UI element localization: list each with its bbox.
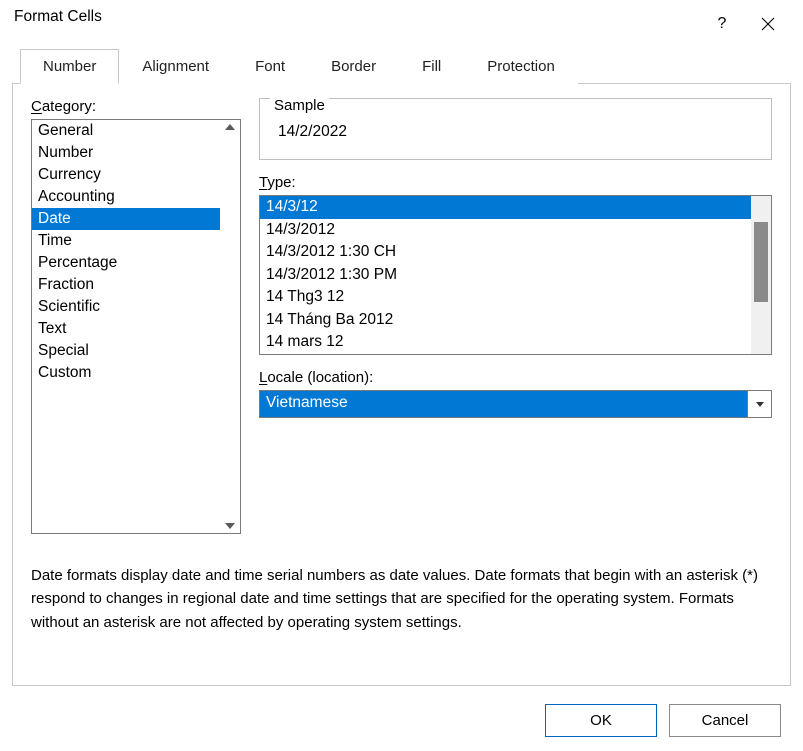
- type-label: Type:: [259, 174, 772, 191]
- tab-strip: NumberAlignmentFontBorderFillProtection: [12, 48, 791, 83]
- category-item-percentage[interactable]: Percentage: [32, 252, 220, 274]
- locale-value: Vietnamese: [260, 391, 747, 417]
- type-item[interactable]: 14/3/2012: [260, 219, 751, 242]
- sample-legend: Sample: [270, 97, 329, 114]
- scrollbar-thumb[interactable]: [754, 222, 768, 302]
- cancel-button[interactable]: Cancel: [669, 704, 781, 737]
- type-item[interactable]: 14/3/2012 1:30 PM: [260, 264, 751, 287]
- locale-dropdown-button[interactable]: [747, 391, 771, 417]
- category-item-currency[interactable]: Currency: [32, 164, 220, 186]
- scroll-up-icon: [225, 124, 235, 130]
- tab-font[interactable]: Font: [232, 49, 308, 84]
- close-button[interactable]: [745, 8, 791, 40]
- locale-label: Locale (location):: [259, 369, 772, 386]
- category-item-fraction[interactable]: Fraction: [32, 274, 220, 296]
- help-button[interactable]: ?: [699, 8, 745, 40]
- description-text: Date formats display date and time seria…: [31, 564, 772, 634]
- dialog-title: Format Cells: [14, 8, 699, 26]
- category-item-general[interactable]: General: [32, 120, 220, 142]
- category-item-custom[interactable]: Custom: [32, 362, 220, 384]
- category-item-date[interactable]: Date: [32, 208, 220, 230]
- ok-button[interactable]: OK: [545, 704, 657, 737]
- button-bar: OK Cancel: [0, 694, 803, 751]
- chevron-down-icon: [756, 402, 764, 407]
- close-icon: [761, 17, 775, 31]
- category-item-special[interactable]: Special: [32, 340, 220, 362]
- scroll-down-icon: [225, 523, 235, 529]
- locale-combobox[interactable]: Vietnamese: [259, 390, 772, 418]
- type-item[interactable]: 14 Tháng Ba 2012: [260, 309, 751, 332]
- type-item[interactable]: 14/3/2012 1:30 CH: [260, 241, 751, 264]
- titlebar: Format Cells ?: [0, 0, 803, 40]
- category-item-scientific[interactable]: Scientific: [32, 296, 220, 318]
- category-column: Category: GeneralNumberCurrencyAccountin…: [31, 98, 241, 534]
- sample-value: 14/2/2022: [274, 123, 757, 141]
- category-item-accounting[interactable]: Accounting: [32, 186, 220, 208]
- category-item-time[interactable]: Time: [32, 230, 220, 252]
- category-label: Category:: [31, 98, 241, 115]
- tab-fill[interactable]: Fill: [399, 49, 464, 84]
- type-item[interactable]: 14 Thg3 12: [260, 286, 751, 309]
- dialog-body: NumberAlignmentFontBorderFillProtection …: [12, 40, 791, 686]
- category-scrollbar[interactable]: [220, 120, 240, 533]
- tab-protection[interactable]: Protection: [464, 49, 578, 84]
- number-tab-panel: Category: GeneralNumberCurrencyAccountin…: [12, 83, 791, 686]
- category-item-number[interactable]: Number: [32, 142, 220, 164]
- details-column: Sample 14/2/2022 Type: 14/3/1214/3/20121…: [259, 98, 772, 534]
- format-cells-dialog: Format Cells ? NumberAlignmentFontBorder…: [0, 0, 803, 751]
- tab-border[interactable]: Border: [308, 49, 399, 84]
- tab-number[interactable]: Number: [20, 49, 119, 84]
- category-item-text[interactable]: Text: [32, 318, 220, 340]
- sample-group: Sample 14/2/2022: [259, 98, 772, 160]
- type-scrollbar[interactable]: [751, 196, 771, 354]
- tab-alignment[interactable]: Alignment: [119, 49, 232, 84]
- type-listbox[interactable]: 14/3/1214/3/201214/3/2012 1:30 CH14/3/20…: [259, 195, 772, 355]
- type-item[interactable]: 14 mars 12: [260, 331, 751, 354]
- type-item[interactable]: 14/3/12: [260, 196, 751, 219]
- category-listbox[interactable]: GeneralNumberCurrencyAccountingDateTimeP…: [31, 119, 241, 534]
